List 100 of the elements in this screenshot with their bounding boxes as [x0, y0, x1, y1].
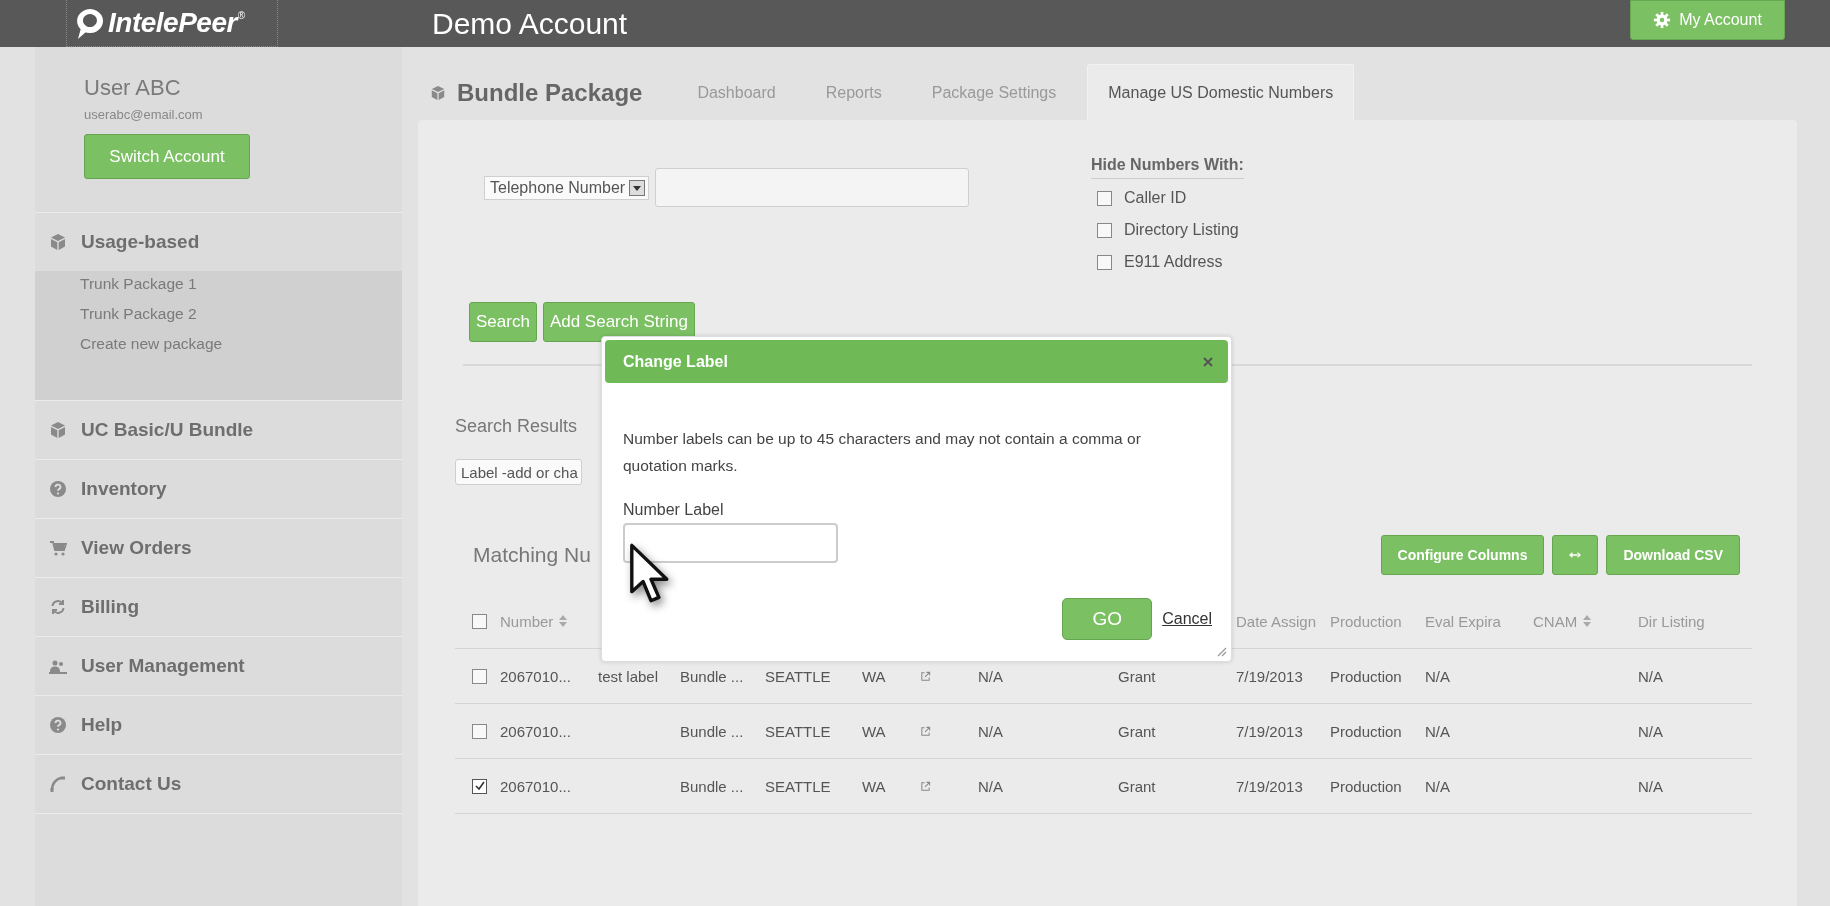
submenu-link[interactable]: Create new package — [80, 335, 402, 353]
column-header[interactable]: Dir Listing — [1638, 612, 1705, 630]
checkbox[interactable] — [472, 668, 487, 684]
double-arrow-icon — [1569, 551, 1582, 559]
close-icon[interactable] — [1202, 355, 1214, 368]
phone-icon — [49, 775, 67, 793]
cancel-link[interactable]: Cancel — [1162, 610, 1212, 628]
column-header[interactable]: Date Assign — [1236, 612, 1317, 630]
table-cell: Bundle ... — [680, 667, 744, 685]
hide-numbers-heading: Hide Numbers With: — [1091, 156, 1244, 179]
checkbox[interactable] — [1097, 222, 1112, 238]
results-button[interactable]: Configure Columns — [1380, 535, 1545, 575]
checkbox-label: E911 Address — [1124, 253, 1223, 271]
resize-grip-icon[interactable] — [1215, 645, 1227, 657]
sidebar-item[interactable]: UC Basic/U Bundle — [35, 401, 402, 460]
table-cell: 7/19/2013 — [1236, 722, 1303, 740]
account-title: Demo Account — [432, 6, 628, 41]
table-cell: 2067010... — [500, 722, 571, 740]
expand-button[interactable] — [1552, 535, 1599, 575]
tab[interactable]: Dashboard — [672, 65, 801, 120]
tab[interactable]: Reports — [800, 65, 907, 120]
table-cell: 2067010... — [500, 777, 571, 795]
sidebar-item[interactable]: Help — [35, 696, 402, 755]
checkbox-label: Directory Listing — [1124, 221, 1239, 239]
results-button[interactable]: Download CSV — [1606, 535, 1740, 575]
search-results-heading: Search Results — [455, 416, 579, 437]
table-cell: 7/19/2013 — [1236, 777, 1303, 795]
checkbox[interactable] — [472, 778, 487, 794]
column-header[interactable]: Number — [500, 612, 568, 630]
matching-numbers-heading: Matching Nu — [472, 543, 591, 567]
search-button[interactable]: Add Search String — [542, 302, 695, 342]
dialog-title: Change Label — [623, 352, 728, 371]
settings-icon — [1653, 11, 1672, 29]
my-account-button[interactable]: My Account — [1630, 0, 1785, 40]
tab[interactable]: Manage US Domestic Numbers — [1087, 64, 1355, 120]
table-cell: Grant — [1118, 777, 1156, 795]
submenu-link[interactable]: Trunk Package 2 — [80, 305, 402, 323]
cube-icon — [430, 84, 446, 101]
table-cell: N/A — [1425, 722, 1450, 740]
table-cell: N/A — [1425, 667, 1450, 685]
table-cell: WA — [862, 722, 886, 740]
number-label-field[interactable] — [623, 523, 838, 563]
table-cell: N/A — [978, 777, 1003, 795]
table-cell: N/A — [978, 722, 1003, 740]
sidebar-item[interactable]: Usage-based — [35, 213, 402, 271]
user-email: userabc@email.com — [84, 107, 204, 122]
checkbox[interactable] — [1097, 254, 1112, 270]
cart-icon — [49, 539, 67, 557]
switch-account-button[interactable]: Switch Account — [84, 134, 250, 179]
table-cell: N/A — [978, 667, 1003, 685]
table-cell: SEATTLE — [765, 667, 831, 685]
external-link-icon[interactable] — [920, 725, 931, 737]
cube-icon — [49, 233, 67, 251]
search-field[interactable] — [655, 168, 970, 207]
checkbox[interactable] — [1097, 190, 1112, 206]
sort-icon[interactable] — [559, 615, 568, 627]
go-button[interactable]: GO — [1062, 598, 1153, 640]
dialog-message: Number labels can be up to 45 characters and may not contain a comma or quotation marks. — [623, 429, 1142, 476]
table-cell: 7/19/2013 — [1236, 667, 1303, 685]
table-cell: WA — [862, 777, 886, 795]
field-label: Number Label — [623, 501, 725, 519]
page-title: Bundle Package — [457, 78, 643, 107]
table-cell: N/A — [1638, 722, 1663, 740]
submenu-link[interactable]: Trunk Package 1 — [80, 275, 402, 293]
column-header[interactable]: Eval Expira — [1425, 612, 1501, 630]
sidebar-item[interactable]: Contact Us — [35, 755, 402, 814]
external-link-icon[interactable] — [920, 670, 931, 682]
search-button[interactable]: Search — [469, 302, 537, 342]
table-cell: N/A — [1638, 777, 1663, 795]
dropdown-icon — [629, 179, 646, 196]
registered-mark: ® — [237, 10, 246, 21]
question-icon — [49, 716, 67, 734]
table-cell: 2067010... — [500, 667, 571, 685]
table-cell: SEATTLE — [765, 777, 831, 795]
checkbox[interactable] — [472, 613, 487, 629]
table-cell: Grant — [1118, 667, 1156, 685]
table-cell: N/A — [1425, 777, 1450, 795]
sidebar-item[interactable]: Inventory — [35, 460, 402, 519]
action-select[interactable]: Label -add or cha — [455, 459, 582, 485]
table-cell: Production — [1330, 722, 1402, 740]
table-cell: Grant — [1118, 722, 1156, 740]
cube-icon — [49, 421, 67, 439]
external-link-icon[interactable] — [920, 780, 931, 792]
table-cell: N/A — [1638, 667, 1663, 685]
tab[interactable]: Package Settings — [906, 65, 1082, 120]
refresh-icon — [49, 598, 67, 616]
checkbox-label: Caller ID — [1124, 189, 1187, 207]
field-select[interactable]: Telephone Number — [484, 175, 650, 200]
column-header[interactable]: CNAM — [1533, 612, 1592, 630]
sidebar-item[interactable]: View Orders — [35, 519, 402, 578]
logo-text: IntelePeer — [108, 7, 237, 39]
checkbox[interactable] — [472, 723, 487, 739]
table-cell: Production — [1330, 667, 1402, 685]
sort-icon[interactable] — [1583, 615, 1592, 627]
table-cell: SEATTLE — [765, 722, 831, 740]
table-cell: test label — [598, 667, 659, 685]
sidebar-item[interactable]: Billing — [35, 578, 402, 637]
column-header[interactable]: Production — [1330, 612, 1402, 630]
table-cell: Bundle ... — [680, 777, 744, 795]
sidebar-item[interactable]: User Management — [35, 637, 402, 696]
